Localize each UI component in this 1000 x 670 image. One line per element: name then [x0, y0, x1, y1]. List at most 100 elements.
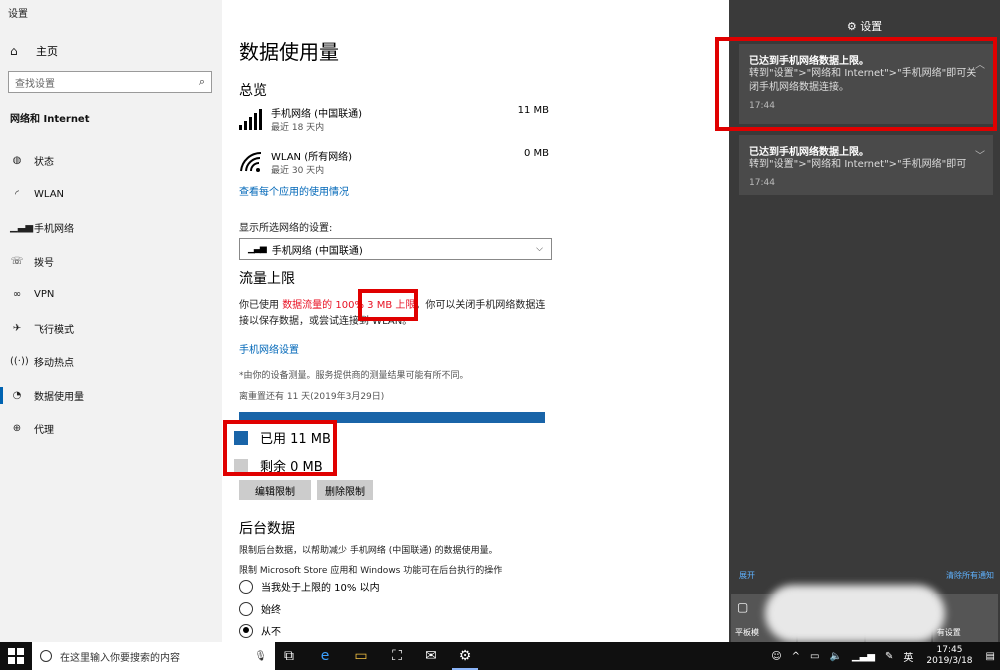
- radio-circle[interactable]: [239, 601, 253, 616]
- clear-all-link[interactable]: 清除所有通知: [946, 570, 994, 581]
- nav-item-label: 数据使用量: [34, 391, 84, 403]
- search-icon[interactable]: ⌕: [199, 75, 205, 89]
- usage-name: 手机网络 (中国联通): [271, 109, 362, 120]
- cortana-icon: [40, 650, 52, 662]
- expand-link[interactable]: 展开: [739, 570, 755, 581]
- hotspot-icon: ((·)): [10, 356, 29, 368]
- chevron-down-icon: ⌵: [536, 244, 543, 254]
- signal-icon: ▁▃▅: [248, 244, 267, 254]
- nav-item-label: 移动热点: [34, 358, 74, 370]
- proxy-globe-icon: ⊕: [12, 423, 22, 435]
- highlight-box-limit: [358, 289, 418, 321]
- page-title: 数据使用量: [239, 40, 339, 64]
- taskbar-search-placeholder: 在这里输入你要搜索的内容: [60, 652, 180, 664]
- nav-item-label: VPN: [34, 289, 55, 301]
- clock[interactable]: 17:45 2019/3/18: [926, 645, 972, 667]
- data-usage-page: 数据使用量 总览 手机网络 (中国联通) 最近 18 天内 11 MB WLAN…: [222, 0, 729, 642]
- nav-list: ◍ 状态 ◜ WLAN ▁▃▅ 手机网络 ☏ 拨号 ∞ VPN ✈ 飞行模式 (…: [0, 144, 222, 446]
- pen-icon[interactable]: ✎: [885, 651, 893, 662]
- settings-nav: 设置 ⌂ 主页 查找设置 ⌕ 网络和 Internet ◍ 状态 ◜ WLAN …: [0, 0, 222, 642]
- nav-item-vpn[interactable]: ∞ VPN: [0, 278, 222, 312]
- mobile-signal-icon[interactable]: ▁▃▅: [852, 651, 875, 662]
- radio-label: 当我处于上限的 10% 以内: [261, 583, 380, 594]
- edit-limit-button[interactable]: 编辑限制: [239, 480, 311, 500]
- nav-item-label: 拨号: [34, 257, 54, 269]
- data-usage-icon: ◔: [12, 389, 22, 401]
- gear-icon: ⚙: [846, 20, 857, 33]
- chevron-up-icon[interactable]: ^: [792, 651, 800, 662]
- nav-item-label: 飞行模式: [34, 324, 74, 336]
- wifi-icon: ◜: [15, 188, 19, 200]
- notification-title: 已达到手机网络数据上限。: [749, 147, 869, 158]
- nav-item-label: 手机网络: [34, 224, 74, 236]
- network-select[interactable]: ▁▃▅ 手机网络 (中国联通) ⌵: [239, 238, 552, 260]
- nav-item-label: WLAN: [34, 188, 65, 200]
- usage-value: 11 MB: [517, 105, 549, 116]
- notification-time: 17:44: [749, 178, 775, 188]
- nav-item-mobile[interactable]: ▁▃▅ 手机网络: [0, 211, 222, 245]
- settings-search-input[interactable]: 查找设置 ⌕: [8, 71, 212, 93]
- usage-value: 0 MB: [523, 148, 549, 159]
- radio-within-10[interactable]: 当我处于上限的 10% 以内: [239, 579, 380, 594]
- background-data-desc: 限制后台数据，以帮助减少 手机网络 (中国联通) 的数据使用量。: [239, 546, 498, 556]
- radio-circle-checked[interactable]: [239, 623, 253, 638]
- action-center-header[interactable]: ⚙ 设置: [729, 18, 1000, 34]
- volume-icon[interactable]: 🔈: [829, 651, 841, 662]
- task-view-icon[interactable]: ⧉: [280, 647, 298, 665]
- show-settings-label: 显示所选网络的设置:: [239, 223, 333, 234]
- nav-item-label: 代理: [34, 425, 54, 437]
- windows-start-icon[interactable]: [8, 648, 24, 664]
- store-icon[interactable]: ⛶: [388, 647, 406, 665]
- action-center-header-label: 设置: [860, 20, 883, 33]
- action-center-links: 展开 清除所有通知: [739, 570, 994, 581]
- per-app-usage-link[interactable]: 查看每个应用的使用情况: [239, 183, 349, 198]
- vpn-icon: ∞: [12, 289, 22, 301]
- notifications-icon[interactable]: ▤: [986, 651, 995, 662]
- network-status-icon[interactable]: ▭: [810, 651, 819, 662]
- people-icon[interactable]: ☺: [771, 651, 781, 662]
- usage-period: 最近 18 天内: [271, 123, 325, 133]
- nav-item-dialup[interactable]: ☏ 拨号: [0, 245, 222, 279]
- nav-item-status[interactable]: ◍ 状态: [0, 144, 222, 178]
- delete-limit-button[interactable]: 删除限制: [317, 480, 373, 500]
- notification-body: 转到"设置">"网络和 Internet">"手机网络"即可: [749, 159, 967, 170]
- radio-circle[interactable]: [239, 579, 253, 594]
- nav-item-wlan[interactable]: ◜ WLAN: [0, 178, 222, 212]
- limit-heading: 流量上限: [239, 271, 295, 287]
- chevron-down-icon[interactable]: ﹀: [975, 147, 985, 162]
- dialup-icon: ☏: [10, 255, 24, 267]
- usage-row-wlan: WLAN (所有网络) 最近 30 天内 0 MB: [239, 148, 549, 182]
- usage-row-mobile: 手机网络 (中国联通) 最近 18 天内 11 MB: [239, 105, 549, 139]
- nav-item-airplane[interactable]: ✈ 飞行模式: [0, 312, 222, 346]
- highlight-box-notification: [715, 37, 997, 131]
- background-data-sub: 限制 Microsoft Store 应用和 Windows 功能可在后台执行的…: [239, 566, 503, 576]
- nav-item-hotspot[interactable]: ((·)) 移动热点: [0, 345, 222, 379]
- globe-icon: ◍: [12, 155, 22, 167]
- ime-indicator[interactable]: 英: [903, 649, 913, 664]
- measure-note: *由你的设备测量。服务提供商的测量结果可能有所不同。: [239, 371, 469, 381]
- window-title: 设置: [8, 9, 28, 20]
- system-tray: ☺ ^ ▭ 🔈 ▁▃▅ ✎ 英 17:45 2019/3/18 ▤: [766, 642, 1000, 670]
- radio-label: 从不: [261, 627, 281, 638]
- mobile-settings-link[interactable]: 手机网络设置: [239, 341, 299, 356]
- nav-home[interactable]: ⌂ 主页: [10, 43, 58, 59]
- reset-note: 离重置还有 11 天(2019年3月29日): [239, 392, 385, 402]
- limit-text-pre: 你已使用: [239, 300, 279, 311]
- taskbar-search-box[interactable]: 在这里输入你要搜索的内容 🎙: [32, 642, 275, 670]
- nav-item-proxy[interactable]: ⊕ 代理: [0, 412, 222, 446]
- microphone-icon[interactable]: 🎙: [254, 651, 267, 662]
- search-placeholder: 查找设置: [15, 78, 55, 90]
- edge-icon[interactable]: e: [316, 647, 334, 665]
- tablet-icon: ▢: [737, 600, 749, 614]
- file-explorer-icon[interactable]: ▭: [352, 647, 370, 665]
- nav-home-label: 主页: [36, 45, 58, 58]
- wifi-icon: [240, 151, 262, 172]
- airplane-icon: ✈: [12, 322, 22, 334]
- mail-icon[interactable]: ✉: [422, 647, 440, 665]
- radio-never[interactable]: 从不: [239, 623, 281, 638]
- radio-always[interactable]: 始终: [239, 601, 281, 616]
- notification-card[interactable]: 已达到手机网络数据上限。 转到"设置">"网络和 Internet">"手机网络…: [739, 135, 993, 195]
- signal-icon: ▁▃▅: [10, 222, 34, 234]
- nav-item-data-usage[interactable]: ◔ 数据使用量: [0, 379, 222, 413]
- settings-gear-icon[interactable]: ⚙: [452, 647, 478, 670]
